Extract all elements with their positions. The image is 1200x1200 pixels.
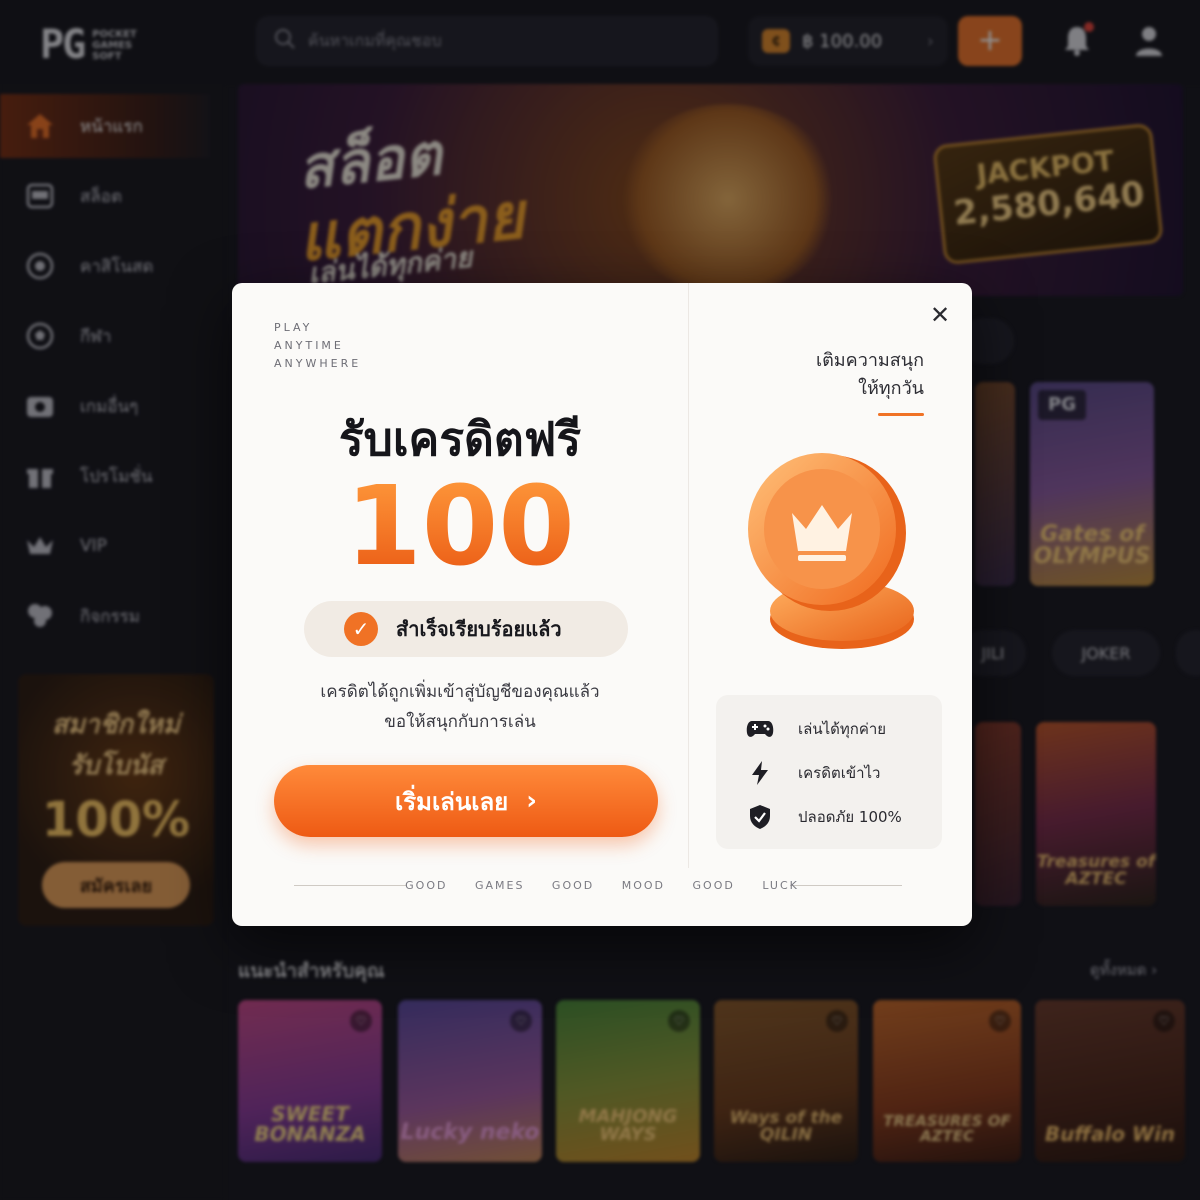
features-list: เล่นได้ทุกค่าย เครดิตเข้าไว ปลอดภัย 100% (716, 695, 942, 849)
shield-check-icon (746, 803, 774, 831)
feature-item: ปลอดภัย 100% (746, 795, 942, 839)
modal-footer: GOOD GAMES GOOD MOOD GOOD LUCK (232, 879, 972, 892)
modal-tagline: PLAY ANYTIME ANYWHERE (274, 319, 361, 373)
crown-coin-icon (722, 451, 932, 661)
success-status: ✓ สำเร็จเรียบร้อยแล้ว (304, 601, 628, 657)
side-title-line: เติมความสนุก (815, 350, 924, 371)
tagline-line: PLAY (274, 321, 313, 334)
feature-label: ปลอดภัย 100% (798, 808, 902, 826)
accent-underline (878, 413, 924, 416)
footer-word: GOOD MOOD (551, 879, 666, 892)
feature-item: เครดิตเข้าไว (746, 751, 942, 795)
free-credit-modal: PLAY ANYTIME ANYWHERE รับเครดิตฟรี 100 ✓… (232, 283, 972, 926)
side-title-line: ให้ทุกวัน (858, 378, 924, 399)
cta-label: เริ่มเล่นเลย (395, 787, 509, 816)
feature-item: เล่นได้ทุกค่าย (746, 707, 942, 751)
tagline-line: ANYTIME (274, 339, 344, 352)
gamepad-icon (746, 715, 774, 743)
check-circle-icon: ✓ (344, 612, 378, 646)
feature-label: เล่นได้ทุกค่าย (798, 720, 887, 738)
lightning-icon (746, 759, 774, 787)
modal-description: เครดิตได้ถูกเพิ่มเข้าสู่บัญชีของคุณแล้ว … (232, 677, 688, 737)
footer-word: GOOD GAMES (405, 879, 525, 892)
close-icon[interactable]: ✕ (926, 301, 954, 329)
chevron-right-icon: › (526, 786, 537, 816)
description-line: เครดิตได้ถูกเพิ่มเข้าสู่บัญชีของคุณแล้ว (320, 682, 600, 702)
footer-word: GOOD LUCK (692, 879, 799, 892)
description-line: ขอให้สนุกกับการเล่น (384, 712, 536, 732)
feature-label: เครดิตเข้าไว (798, 764, 881, 782)
start-playing-button[interactable]: เริ่มเล่นเลย › (274, 765, 658, 837)
success-text: สำเร็จเรียบร้อยแล้ว (396, 617, 562, 641)
side-title: เติมความสนุก ให้ทุกวัน (816, 347, 924, 403)
modal-divider (688, 283, 689, 868)
credit-amount: 100 (232, 471, 688, 581)
tagline-line: ANYWHERE (274, 357, 362, 370)
